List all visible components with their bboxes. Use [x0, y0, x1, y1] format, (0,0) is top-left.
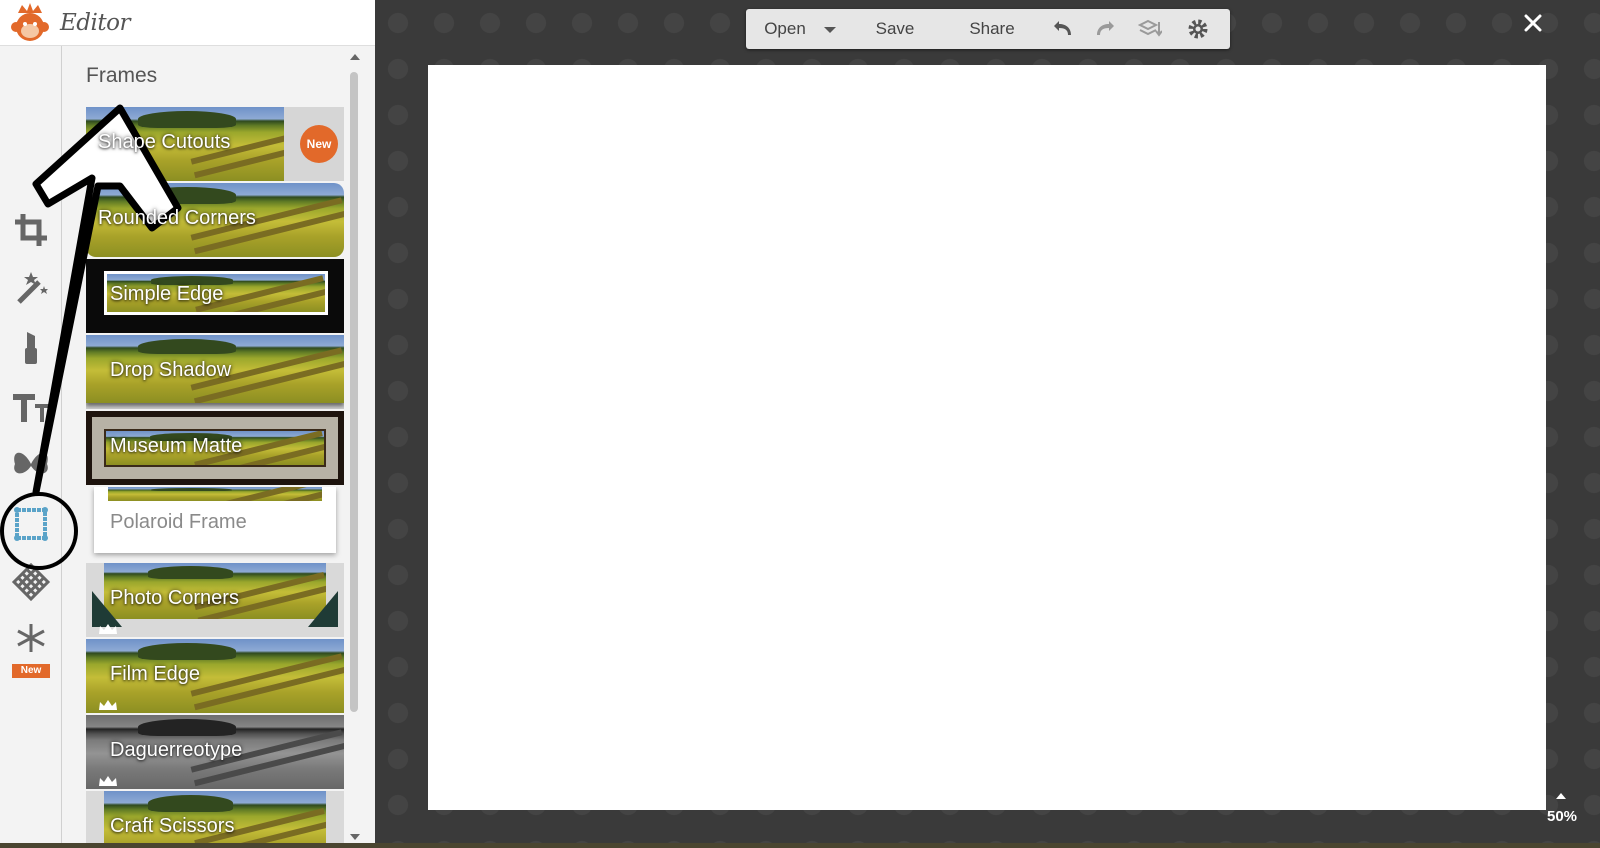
photo-corner-right [308, 591, 338, 627]
frame-item-photo-corners[interactable]: Photo Corners [86, 563, 344, 637]
frame-item-rounded-corners[interactable]: Rounded Corners [86, 183, 344, 257]
texture-icon[interactable] [11, 562, 51, 602]
frame-item-label: Polaroid Frame [110, 511, 247, 533]
frame-item-label: Simple Edge [110, 283, 224, 305]
scroll-up-arrow-icon[interactable] [350, 54, 360, 60]
frame-preview [108, 487, 322, 501]
scroll-down-arrow-icon[interactable] [350, 834, 360, 840]
share-button[interactable]: Share [956, 9, 1028, 49]
open-button[interactable]: Open [750, 9, 820, 49]
snowflake-icon[interactable] [11, 620, 51, 660]
frame-item-drop-shadow[interactable]: Drop Shadow [86, 335, 344, 409]
close-icon[interactable] [1520, 10, 1546, 36]
crown-icon [99, 776, 117, 786]
frames-scrollbar[interactable] [348, 52, 362, 842]
zoom-level: 50% [1546, 808, 1578, 825]
frame-item-craft-scissors[interactable]: Craft Scissors [86, 791, 344, 848]
frame-item-label: Drop Shadow [110, 359, 232, 381]
frame-item-label: Film Edge [110, 663, 201, 685]
frame-item-label: Craft Scissors [110, 815, 235, 837]
frame-item-shape-cutouts[interactable]: Shape Cutouts New [86, 107, 344, 181]
gear-icon[interactable] [1186, 18, 1210, 40]
crown-icon [99, 700, 117, 710]
chevron-down-icon[interactable] [818, 18, 842, 40]
crown-icon [99, 624, 117, 634]
image-canvas[interactable] [428, 65, 1546, 810]
text-icon[interactable] [11, 386, 51, 426]
lipstick-icon[interactable] [11, 328, 51, 368]
frame-item-museum-matte[interactable]: Museum Matte [86, 411, 344, 485]
butterfly-icon[interactable] [11, 444, 51, 484]
sidebar: Editor New Frames Shape Cutouts New Roun… [0, 0, 375, 848]
frame-item-simple-edge[interactable]: Simple Edge [86, 259, 344, 333]
new-badge: New [12, 664, 50, 678]
frame-item-label: Rounded Corners [98, 207, 256, 229]
frame-item-label: Photo Corners [110, 587, 239, 609]
frames-panel: Frames Shape Cutouts New Rounded Corners… [62, 46, 375, 848]
bottom-strip [0, 843, 1600, 848]
redo-icon[interactable] [1094, 18, 1118, 40]
zoom-up-arrow-icon[interactable] [1556, 793, 1566, 799]
magic-wand-icon[interactable] [11, 268, 51, 308]
frame-item-label: Shape Cutouts [98, 131, 231, 153]
workspace: Open Save Share 50% [375, 0, 1600, 848]
new-badge: New [300, 125, 338, 163]
scroll-thumb[interactable] [350, 72, 358, 712]
panel-title: Frames [86, 64, 158, 87]
layers-icon[interactable] [1137, 18, 1163, 40]
frame-item-polaroid-frame[interactable]: Polaroid Frame [86, 487, 344, 561]
undo-icon[interactable] [1050, 18, 1074, 40]
app-header: Editor [0, 0, 375, 46]
monkey-logo-icon[interactable] [8, 3, 52, 43]
tool-rail: New [0, 46, 72, 848]
frame-item-label: Museum Matte [110, 435, 243, 457]
toolbar: Open Save Share [746, 9, 1230, 49]
frame-item-label: Daguerreotype [110, 739, 243, 761]
app-title: Editor [60, 10, 130, 36]
frame-item-daguerreotype[interactable]: Daguerreotype [86, 715, 344, 789]
crop-icon[interactable] [11, 210, 51, 250]
frame-icon[interactable] [11, 504, 51, 544]
frame-item-film-edge[interactable]: Film Edge [86, 639, 344, 713]
save-button[interactable]: Save [862, 9, 928, 49]
